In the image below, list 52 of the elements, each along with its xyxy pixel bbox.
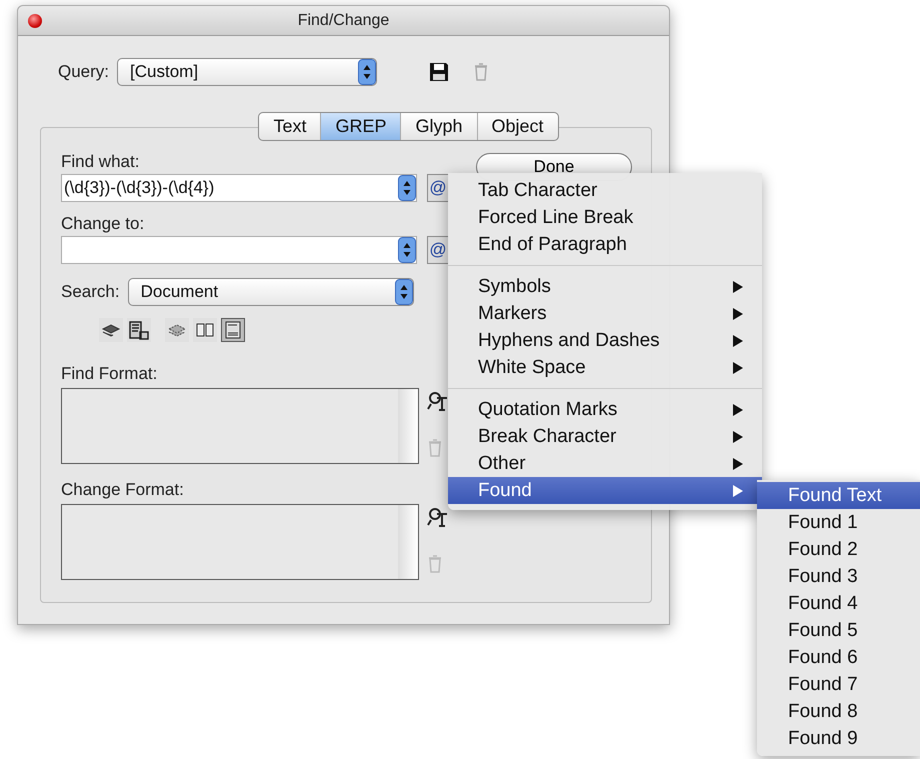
window-title: Find/Change [298,12,390,30]
stepper-icon[interactable] [398,175,416,201]
menu-item[interactable]: Found [448,477,762,504]
menu-item[interactable]: Found 4 [757,590,920,617]
menu-item[interactable]: Found 2 [757,536,920,563]
menu-item[interactable]: Found 5 [757,617,920,644]
stepper-icon[interactable] [358,59,376,85]
menu-item[interactable]: Found 7 [757,671,920,698]
stepper-icon[interactable] [394,279,413,305]
menu-item[interactable]: White Space [448,354,762,381]
search-option-icon [129,320,149,340]
menu-item[interactable]: Found 6 [757,644,920,671]
search-option-button[interactable] [127,318,151,342]
search-select[interactable]: Document [128,278,414,306]
menu-item[interactable]: Hyphens and Dashes [448,327,762,354]
search-option-button[interactable] [165,318,189,342]
menu-item[interactable]: End of Paragraph [448,231,762,258]
menu-item[interactable]: Found Text [757,482,920,509]
menu-item[interactable]: Found 9 [757,725,920,752]
format-icon[interactable] [427,390,449,412]
stepper-icon[interactable] [398,237,416,263]
menu-item[interactable]: Markers [448,300,762,327]
change-to-field[interactable] [61,236,417,264]
special-characters-button[interactable]: @ [427,236,449,264]
tab[interactable]: Object [476,113,558,140]
menu-item[interactable]: Other [448,450,762,477]
menu-item[interactable]: Break Character [448,423,762,450]
change-format-label: Change Format: [61,480,184,500]
close-button[interactable] [28,14,42,28]
search-label: Search: [61,282,120,302]
menu-item[interactable]: Found 8 [757,698,920,725]
search-option-button[interactable] [193,318,217,342]
find-what-label: Find what: [61,152,140,172]
menu-item[interactable]: Found 3 [757,563,920,590]
tab[interactable]: Text [259,113,320,140]
search-option-button[interactable] [221,318,245,342]
query-select[interactable]: [Custom] [117,58,378,86]
tab[interactable]: Glyph [400,113,477,140]
menu-item[interactable]: Quotation Marks [448,396,762,423]
change-to-label: Change to: [61,214,144,234]
special-characters-button[interactable]: @ [427,174,449,202]
tab[interactable]: GREP [320,113,400,140]
menu-item[interactable]: Found 1 [757,509,920,536]
menu-item[interactable]: Symbols [448,273,762,300]
search-option-button[interactable] [99,318,123,342]
format-icon[interactable] [427,506,449,528]
save-icon[interactable] [429,62,450,82]
find-format-label: Find Format: [61,364,158,384]
menu-item[interactable]: Forced Line Break [448,204,762,231]
query-label: Query: [58,62,110,82]
find-what-field[interactable]: (\d{3})-(\d{3})-(\d{4}) [61,174,417,202]
search-option-icon [223,320,243,340]
